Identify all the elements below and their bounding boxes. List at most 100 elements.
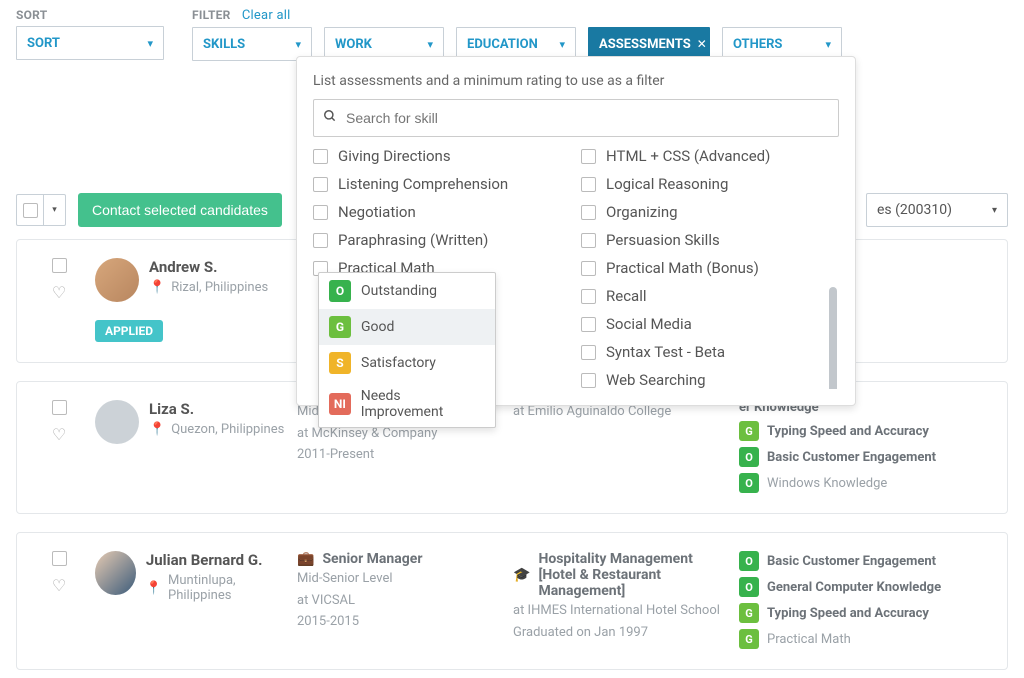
- close-icon[interactable]: ✕: [697, 37, 707, 51]
- assessment-name: Typing Speed and Accuracy: [767, 606, 929, 621]
- skill-option[interactable]: Organizing: [581, 203, 839, 221]
- rating-option-s[interactable]: SSatisfactory: [319, 345, 495, 381]
- assessment-item: OBasic Customer Engagement: [739, 551, 991, 571]
- assessment-name: Practical Math: [767, 632, 851, 647]
- skill-option[interactable]: Persuasion Skills: [581, 231, 839, 249]
- skill-label: Listening Comprehension: [338, 175, 508, 193]
- assessment-badge: G: [739, 603, 759, 623]
- work-line: at VICSAL: [297, 591, 507, 611]
- checkbox[interactable]: [313, 177, 328, 192]
- rating-option-g[interactable]: G Good: [319, 309, 495, 345]
- candidate-name[interactable]: Liza S.: [149, 400, 284, 418]
- assessment-name: General Computer Knowledge: [767, 580, 941, 595]
- select-all-dropdown[interactable]: ▾: [44, 194, 66, 226]
- sort-dropdown[interactable]: SORT ▾: [16, 26, 164, 60]
- work-line: 2011-Present: [297, 445, 507, 465]
- sort-value: SORT: [27, 36, 60, 51]
- graduation-cap-icon: 🎓: [513, 567, 530, 583]
- rating-label: Needs Improvement: [361, 388, 485, 420]
- chevron-down-icon: ▾: [992, 205, 997, 216]
- skill-option[interactable]: Paraphrasing (Written): [313, 231, 571, 249]
- skill-label: Organizing: [606, 203, 678, 221]
- assessment-badge: O: [739, 577, 759, 597]
- assessment-badge: O: [739, 473, 759, 493]
- filter-skills[interactable]: SKILLS▾: [192, 27, 312, 61]
- rating-label: Good: [361, 319, 394, 335]
- checkbox[interactable]: [313, 149, 328, 164]
- select-candidate-checkbox[interactable]: [52, 400, 67, 415]
- skill-option[interactable]: HTML + CSS (Advanced): [581, 147, 839, 165]
- favorite-icon[interactable]: ♡: [52, 576, 66, 595]
- filter-label: OTHERS: [733, 37, 782, 52]
- chevron-down-icon: ▾: [559, 38, 565, 51]
- select-candidate-checkbox[interactable]: [52, 258, 67, 273]
- rating-option-ni[interactable]: NINeeds Improvement: [319, 381, 495, 427]
- checkbox[interactable]: [581, 289, 596, 304]
- contact-selected-button[interactable]: Contact selected candidates: [78, 193, 282, 227]
- checkbox[interactable]: [313, 205, 328, 220]
- skill-option[interactable]: Negotiation: [313, 203, 571, 221]
- skill-option[interactable]: Listening Comprehension: [313, 175, 571, 193]
- checkbox[interactable]: [581, 345, 596, 360]
- assessment-badge: O: [739, 551, 759, 571]
- skill-label: Giving Directions: [338, 147, 451, 165]
- candidate-name[interactable]: Julian Bernard G.: [146, 551, 291, 569]
- skill-option[interactable]: Syntax Test - Beta: [581, 343, 839, 361]
- panel-description: List assessments and a minimum rating to…: [313, 73, 839, 89]
- rating-badge: S: [329, 352, 351, 374]
- skill-option[interactable]: Giving Directions: [313, 147, 571, 165]
- scrollbar-thumb[interactable]: [829, 287, 837, 389]
- skill-option[interactable]: Logical Reasoning: [581, 175, 839, 193]
- rating-badge: G: [329, 316, 351, 338]
- skill-label: Web Searching: [606, 371, 706, 389]
- skill-search-input[interactable]: [313, 99, 839, 137]
- select-all-checkbox[interactable]: [16, 194, 44, 226]
- skill-option[interactable]: Web Searching: [581, 371, 839, 389]
- skill-label: Negotiation: [338, 203, 416, 221]
- skill-option[interactable]: Practical Math (Bonus): [581, 259, 839, 277]
- select-candidate-checkbox[interactable]: [52, 551, 67, 566]
- skill-option[interactable]: Social Media: [581, 315, 839, 333]
- briefcase-icon: 💼: [297, 551, 314, 567]
- filter-label: SKILLS: [203, 37, 245, 52]
- chevron-down-icon: ▾: [825, 38, 831, 51]
- clear-all-link[interactable]: Clear all: [242, 8, 291, 23]
- skill-label: Recall: [606, 287, 647, 305]
- checkbox[interactable]: [581, 317, 596, 332]
- skill-label: Social Media: [606, 315, 692, 333]
- filter-label: EDUCATION: [467, 37, 538, 52]
- candidate-name[interactable]: Andrew S.: [149, 258, 268, 276]
- rating-popover: OOutstanding G Good SSatisfactoryNINeeds Im…: [318, 272, 496, 428]
- checkbox[interactable]: [581, 261, 596, 276]
- avatar: [95, 258, 139, 302]
- checkbox[interactable]: [581, 149, 596, 164]
- skill-label: HTML + CSS (Advanced): [606, 147, 770, 165]
- assessment-badge: G: [739, 421, 759, 441]
- checkbox[interactable]: [313, 233, 328, 248]
- candidate-location: Muntinlupa, Philippines: [168, 573, 291, 603]
- education-line: at IHMES International Hotel School: [513, 601, 733, 621]
- assessment-name: Typing Speed and Accuracy: [767, 424, 929, 439]
- applied-badge: APPLIED: [95, 320, 163, 342]
- work-title: Senior Manager: [322, 551, 422, 567]
- results-page-label: es (200310): [877, 202, 952, 218]
- chevron-down-icon: ▾: [147, 37, 153, 50]
- checkbox[interactable]: [581, 373, 596, 388]
- favorite-icon[interactable]: ♡: [52, 425, 66, 444]
- assessment-item: O Windows Knowledge: [739, 473, 991, 493]
- avatar: [95, 400, 139, 444]
- skill-option[interactable]: Recall: [581, 287, 839, 305]
- education-title: Hospitality Management [Hotel & Restaura…: [538, 551, 733, 599]
- results-page-select[interactable]: es (200310) ▾: [866, 193, 1008, 227]
- location-pin-icon: 📍: [149, 280, 165, 295]
- location-pin-icon: 📍: [146, 581, 162, 596]
- assessment-item: G Typing Speed and Accuracy: [739, 421, 991, 441]
- checkbox[interactable]: [581, 177, 596, 192]
- checkbox[interactable]: [581, 205, 596, 220]
- favorite-icon[interactable]: ♡: [52, 283, 66, 302]
- chevron-down-icon: ▾: [427, 38, 433, 51]
- checkbox[interactable]: [581, 233, 596, 248]
- rating-option-o[interactable]: OOutstanding: [319, 273, 495, 309]
- assessment-name: Basic Customer Engagement: [767, 450, 936, 465]
- assessment-name: Windows Knowledge: [767, 476, 887, 491]
